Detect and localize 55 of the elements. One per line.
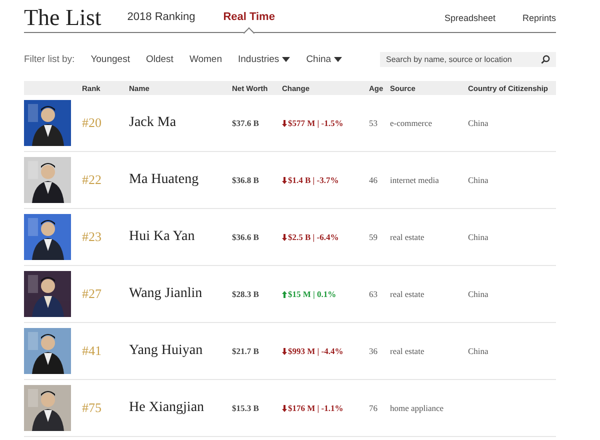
age: 76 — [369, 403, 378, 413]
net-worth: $37.6 B — [232, 118, 260, 128]
age: 36 — [369, 346, 378, 356]
source: real estate — [390, 346, 426, 356]
filter-label: Filter list by: — [24, 54, 75, 64]
rank: #27 — [81, 286, 102, 302]
person-name[interactable]: Jack Ma — [129, 115, 232, 131]
net-worth: $28.3 B — [232, 289, 260, 299]
change-value: $176 M | -1.1% — [282, 403, 369, 413]
source: internet media — [390, 175, 440, 185]
filter-dropdown[interactable]: China — [306, 54, 342, 64]
change-value: $1.4 B | -3.7% — [282, 175, 369, 185]
search-icon — [541, 54, 550, 64]
age: 46 — [369, 175, 378, 185]
header-link[interactable]: Reprints — [522, 13, 556, 23]
rank: #22 — [81, 172, 102, 188]
net-worth: $15.3 B — [232, 403, 260, 413]
net-worth: $36.6 B — [232, 232, 260, 242]
rank: #23 — [81, 229, 102, 245]
person-name[interactable]: Ma Huateng — [129, 172, 232, 188]
country: China — [468, 232, 490, 242]
age: 59 — [369, 232, 378, 242]
source: home appliance — [390, 403, 445, 413]
rank: #41 — [81, 343, 102, 359]
change-value: $15 M | 0.1% — [282, 289, 369, 299]
rank: #75 — [81, 400, 102, 416]
person-name[interactable]: Wang Jianlin — [129, 286, 232, 302]
age: 63 — [369, 289, 378, 299]
change-value: $577 M | -1.5% — [282, 118, 369, 128]
net-worth: $21.7 B — [232, 346, 260, 356]
source: real estate — [390, 289, 426, 299]
change-value: $993 M | -4.4% — [282, 346, 369, 356]
caret-icon — [334, 56, 342, 62]
source: e-commerce — [390, 118, 433, 128]
filter-option[interactable]: Oldest — [146, 54, 174, 64]
person-name[interactable]: Hui Ka Yan — [129, 229, 232, 245]
page-title: The List — [24, 4, 102, 32]
person-name[interactable]: He Xiangjian — [129, 400, 232, 416]
country: China — [468, 175, 490, 185]
search-field[interactable]: Search by name, source or location — [380, 52, 556, 66]
person-name[interactable]: Yang Huiyan — [129, 343, 232, 359]
country: China — [468, 289, 490, 299]
rank: #20 — [81, 115, 102, 131]
source: real estate — [390, 232, 426, 242]
filter-option[interactable]: Women — [189, 54, 222, 64]
filter-option[interactable]: Youngest — [90, 54, 130, 64]
net-worth: $36.8 B — [232, 175, 260, 185]
age: 53 — [369, 118, 378, 128]
country: China — [468, 118, 490, 128]
tab[interactable]: 2018 Ranking — [127, 11, 196, 32]
header-link[interactable]: Spreadsheet — [444, 13, 496, 23]
caret-icon — [282, 56, 290, 62]
filter-dropdown[interactable]: Industries — [238, 54, 290, 64]
change-value: $2.5 B | -6.4% — [282, 232, 369, 242]
country: China — [468, 346, 490, 356]
